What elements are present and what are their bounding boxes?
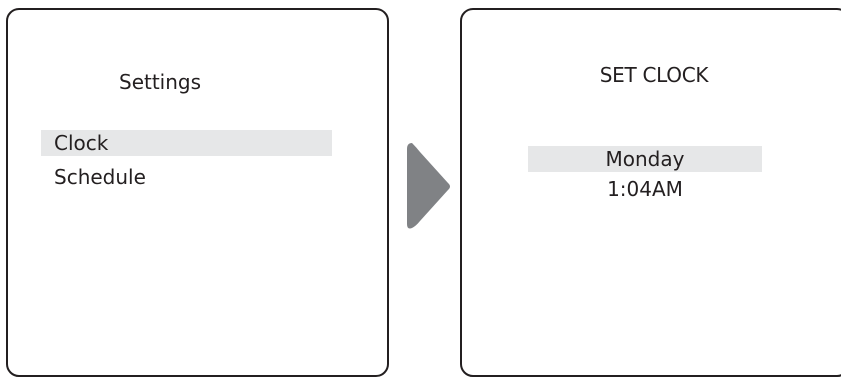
chevron-right-icon [407, 143, 450, 229]
day-field[interactable]: Monday [528, 146, 762, 172]
settings-screen: Settings Clock Schedule [6, 8, 389, 377]
time-field[interactable]: 1:04AM [528, 176, 762, 202]
menu-item-clock[interactable]: Clock [41, 130, 332, 156]
menu-item-schedule[interactable]: Schedule [41, 164, 332, 190]
screen-title: SET CLOCK [599, 63, 709, 87]
set-clock-screen: SET CLOCK Monday 1:04AM [460, 8, 841, 377]
screen-title: Settings [119, 70, 202, 94]
